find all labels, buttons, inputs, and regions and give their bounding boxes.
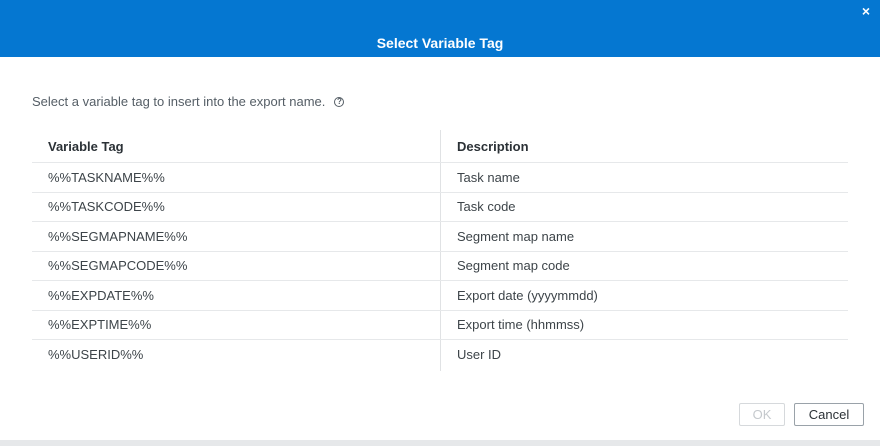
select-variable-tag-dialog: Select Variable Tag × Select a variable …	[0, 0, 880, 446]
cancel-button[interactable]: Cancel	[794, 403, 864, 426]
description-cell: Task name	[457, 169, 520, 185]
description-cell: Segment map code	[457, 258, 570, 274]
variable-tag-cell: %%EXPTIME%%	[48, 317, 152, 333]
dialog-titlebar: Select Variable Tag ×	[0, 0, 880, 57]
table-row[interactable]: %%EXPDATE%% Export date (yyyymmdd)	[32, 281, 848, 311]
description-cell: Export date (yyyymmdd)	[457, 287, 598, 303]
close-icon[interactable]: ×	[858, 3, 874, 19]
table-row[interactable]: %%TASKCODE%% Task code	[32, 193, 848, 222]
variable-tag-cell: %%USERID%%	[48, 347, 144, 363]
dialog-title: Select Variable Tag	[376, 35, 504, 51]
variable-tag-cell: %%EXPDATE%%	[48, 287, 154, 303]
instruction-text-row: Select a variable tag to insert into the…	[32, 94, 345, 109]
table-row[interactable]: %%USERID%% User ID	[32, 340, 848, 370]
variable-tag-cell: %%SEGMAPNAME%%	[48, 228, 188, 244]
variable-tag-cell: %%TASKNAME%%	[48, 169, 165, 185]
description-cell: Task code	[457, 199, 516, 215]
description-cell: Export time (hhmmss)	[457, 317, 585, 333]
table-row[interactable]: %%TASKNAME%% Task name	[32, 163, 848, 193]
table-row[interactable]: %%EXPTIME%% Export time (hhmmss)	[32, 311, 848, 340]
variable-tag-cell: %%SEGMAPCODE%%	[48, 258, 188, 274]
variable-tag-cell: %%TASKCODE%%	[48, 199, 165, 215]
column-header-variable-tag[interactable]: Variable Tag	[48, 130, 440, 162]
ok-button[interactable]: OK	[739, 403, 785, 426]
table-row[interactable]: %%SEGMAPNAME%% Segment map name	[32, 222, 848, 252]
table-header-row: Variable Tag Description	[32, 130, 848, 163]
variable-tag-table: Variable Tag Description %%TASKNAME%% Ta…	[32, 130, 848, 371]
table-row[interactable]: %%SEGMAPCODE%% Segment map code	[32, 252, 848, 281]
description-cell: User ID	[457, 347, 502, 363]
dialog-bottom-edge	[0, 440, 880, 446]
instruction-text: Select a variable tag to insert into the…	[32, 94, 326, 109]
description-cell: Segment map name	[457, 228, 575, 244]
help-icon[interactable]: ?	[334, 96, 345, 107]
column-header-description[interactable]: Description	[457, 130, 837, 162]
